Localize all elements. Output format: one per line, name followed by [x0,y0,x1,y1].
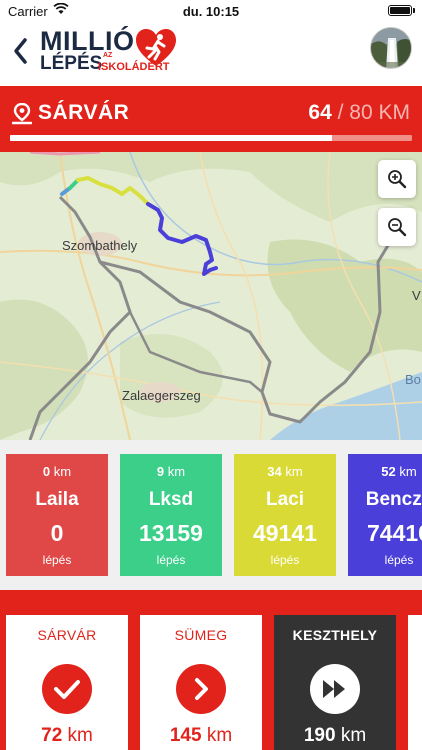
walker-card[interactable]: 52 km Bencze 74410 lépés [348,454,422,576]
stop-km: 72 km [41,725,93,746]
waterfall-photo [371,28,411,68]
map-pin-icon [12,103,32,125]
walker-name: Bencze [365,489,422,510]
map-label-city1: Szombathely [62,238,138,253]
stop-km: 190 km [303,725,367,746]
km-separator: / [337,101,344,124]
stop-card[interactable]: SÜMEG 145 km [140,615,262,750]
walker-cards[interactable]: 0 km Laila 0 lépés 9 km Lksd 13159 lépés… [0,440,422,590]
stop-status-button[interactable] [176,664,226,714]
chevron-right-icon [195,678,208,700]
check-icon [54,680,80,699]
zoom-out-button[interactable] [378,208,416,246]
stop-card[interactable]: SÁRVÁR 72 km [6,615,128,750]
walker-name: Lksd [148,489,194,510]
walker-card[interactable]: 34 km Laci 49141 lépés [234,454,336,576]
location-distance: 64 / 80 KM [308,101,410,125]
app-screen: Carrier du. 10:15 MILLIÓ LÉPÉS AZ ISKOLÁ… [0,0,422,750]
walker-steps: 0 [50,520,64,546]
walker-name: Laila [35,489,79,510]
heart-runner-icon [136,29,176,66]
walker-steps-unit: lépés [384,553,414,567]
battery-icon [388,5,412,16]
zoom-in-button[interactable] [378,160,416,198]
battery-tip [413,8,415,13]
stop-name: SÜMEG [174,627,228,643]
stop-name: KESZTHELY [292,627,378,643]
walker-name: Laci [265,489,305,510]
stop-card-partial[interactable] [408,615,422,750]
stop-km: 145 km [169,725,233,746]
walker-steps: 13159 [139,520,203,546]
total-km: 80 KM [349,101,410,124]
walker-steps: 49141 [253,520,317,546]
progress-fill [10,135,332,141]
route-map[interactable]: Szombathely Zalaegerszeg V Bo [0,152,422,440]
walker-card[interactable]: 0 km Laila 0 lépés [6,454,108,576]
user-avatar[interactable] [370,27,412,69]
walker-card[interactable]: 9 km Lksd 13159 lépés [120,454,222,576]
stop-name: SÁRVÁR [37,627,97,643]
stop-status-button[interactable] [310,664,360,714]
logo-line2: LÉPÉS [40,53,103,74]
map-canvas [0,152,422,440]
walker-km: 0 km [42,464,72,479]
app-logo: MILLIÓ LÉPÉS AZ ISKOLÁDÉRT [38,26,183,80]
done-km: 64 [308,101,332,124]
location-name: SÁRVÁR [38,101,130,124]
route-stops[interactable]: SÁRVÁR 72 km SÜMEG 145 km KESZTHELY 190 … [0,590,422,750]
fast-forward-icon [323,680,345,698]
location-bar: SÁRVÁR 64 / 80 KM [0,86,422,152]
stop-status-button[interactable] [42,664,92,714]
status-bar: Carrier du. 10:15 [0,0,422,22]
zoom-in-icon [388,170,407,189]
stop-card[interactable]: KESZTHELY 190 km [274,615,396,750]
walker-steps-unit: lépés [156,553,186,567]
clock: du. 10:15 [182,4,240,19]
logo-az: AZ [103,52,113,59]
map-label-city2: Zalaegerszeg [122,388,201,403]
chevron-left-icon[interactable] [10,36,32,66]
app-header: MILLIÓ LÉPÉS AZ ISKOLÁDÉRT [0,22,422,86]
zoom-out-icon [388,218,407,237]
walker-steps-unit: lépés [42,553,72,567]
walker-steps: 74410 [367,520,422,546]
walker-km: 34 km [267,464,303,479]
map-label-edge-v: V [412,288,421,303]
walker-km: 9 km [156,464,186,479]
walker-km: 52 km [381,464,417,479]
map-label-edge-bo: Bo [405,372,421,387]
walker-steps-unit: lépés [270,553,300,567]
distance-progress-bar [10,135,412,141]
